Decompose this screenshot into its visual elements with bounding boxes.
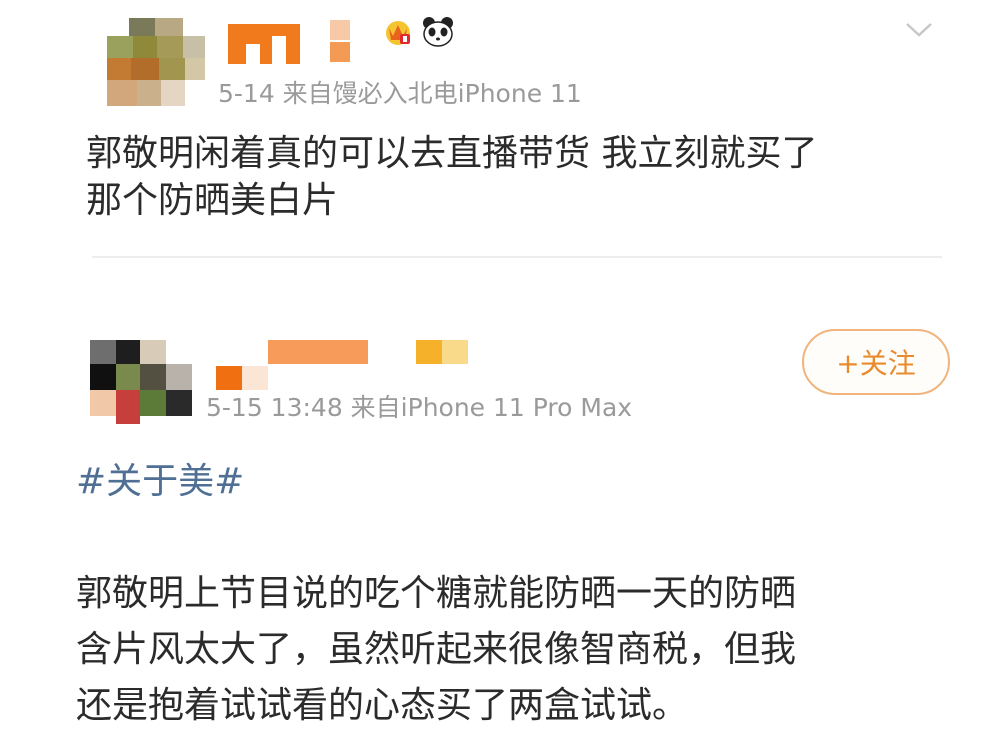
post-body: 郭敬明闲着真的可以去直播带货 我立刻就买了 那个防晒美白片 bbox=[86, 130, 817, 224]
post-menu-button[interactable] bbox=[904, 20, 934, 40]
post-body-line: 还是抱着试试看的心态买了两盒试试。 bbox=[76, 685, 689, 726]
avatar-icon bbox=[90, 340, 192, 424]
post-body-line: 郭敬明闲着真的可以去直播带货 我立刻就买了 bbox=[86, 133, 818, 174]
follow-button[interactable]: +关注 bbox=[802, 329, 950, 395]
username-redacted[interactable] bbox=[216, 340, 472, 390]
post-meta: 5-15 13:48 来自iPhone 11 Pro Max bbox=[206, 393, 633, 422]
post-body-line: 那个防晒美白片 bbox=[86, 180, 339, 221]
username-redacted-2 bbox=[330, 18, 350, 64]
panda-icon bbox=[420, 14, 456, 54]
chevron-down-icon bbox=[906, 23, 932, 37]
post-body: 郭敬明上节目说的吃个糖就能防晒一天的防晒 含片风太大了，虽然听起来很像智商税，但… bbox=[76, 566, 796, 734]
username-redacted[interactable] bbox=[228, 18, 300, 64]
avatar-icon bbox=[107, 18, 205, 106]
redacted-name-blocks bbox=[228, 24, 300, 64]
user-avatar[interactable] bbox=[90, 340, 192, 424]
divider bbox=[92, 256, 942, 258]
post-body-line: 含片风太大了，虽然听起来很像智商税，但我 bbox=[76, 629, 797, 670]
redacted-name-blocks bbox=[216, 340, 468, 390]
vip-crown-icon bbox=[382, 16, 414, 52]
user-avatar[interactable] bbox=[107, 18, 205, 106]
post-body-line: 郭敬明上节目说的吃个糖就能防晒一天的防晒 bbox=[76, 573, 797, 614]
post-meta: 5-14 来自馒必入北电iPhone 11 bbox=[218, 79, 582, 108]
hashtag-link[interactable]: #关于美# bbox=[76, 452, 244, 504]
